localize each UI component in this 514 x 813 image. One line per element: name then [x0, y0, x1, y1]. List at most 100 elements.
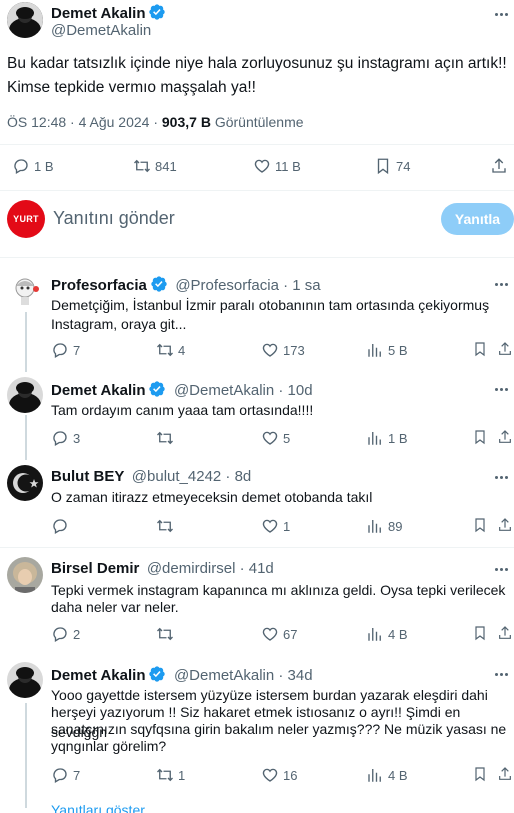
- bookmark-button[interactable]: [472, 429, 488, 450]
- more-options-icon[interactable]: [495, 388, 508, 391]
- avatar[interactable]: [7, 272, 43, 308]
- author-handle[interactable]: @demirdirsel · 41d: [147, 560, 274, 577]
- avatar[interactable]: [7, 662, 43, 698]
- share-button[interactable]: [490, 157, 508, 180]
- more-options-icon[interactable]: [495, 673, 508, 676]
- views-button[interactable]: 4 B: [366, 766, 408, 784]
- more-options-icon[interactable]: [495, 476, 508, 479]
- view-count: 903,7 B: [161, 114, 211, 130]
- heart-icon: [262, 431, 278, 445]
- avatar[interactable]: YURT: [7, 200, 45, 238]
- bookmark-icon: [475, 767, 485, 782]
- avatar[interactable]: [7, 557, 43, 593]
- like-button[interactable]: 1: [261, 517, 290, 535]
- reply-button[interactable]: 1 B: [12, 157, 54, 175]
- reply-header: Demet Akalin @DemetAkalin · 34d: [51, 665, 313, 685]
- avatar[interactable]: [7, 2, 43, 38]
- author-name[interactable]: Profesorfacia: [51, 277, 147, 294]
- author-name[interactable]: Demet Akalin: [51, 667, 145, 684]
- reply-text-line: daha neler var neler.: [51, 599, 179, 615]
- share-button[interactable]: [497, 341, 513, 362]
- like-button[interactable]: 11 B: [253, 157, 301, 175]
- retweet-button[interactable]: [156, 517, 178, 535]
- retweet-button[interactable]: 841: [133, 157, 177, 175]
- bookmark-button[interactable]: [472, 625, 488, 646]
- share-button[interactable]: [497, 517, 513, 538]
- author-name[interactable]: Demet Akalin: [51, 382, 145, 399]
- author-name[interactable]: Birsel Demir: [51, 560, 139, 577]
- more-options-icon[interactable]: [495, 13, 508, 16]
- bookmark-icon: [475, 342, 485, 357]
- reply-button[interactable]: 7: [51, 766, 80, 784]
- analytics-icon: [368, 520, 381, 533]
- like-button[interactable]: 16: [261, 766, 297, 784]
- retweet-icon: [157, 519, 173, 533]
- bookmark-button[interactable]: [472, 517, 488, 538]
- like-button[interactable]: 173: [261, 341, 305, 359]
- reply-icon: [53, 519, 67, 534]
- author-handle[interactable]: @bulut_4242 · 8d: [132, 468, 251, 485]
- reply-button[interactable]: 7: [51, 341, 80, 359]
- reply-button[interactable]: 3: [51, 429, 80, 447]
- share-button[interactable]: [497, 625, 513, 646]
- views-button[interactable]: 5 B: [366, 341, 408, 359]
- share-icon: [499, 342, 511, 355]
- share-icon: [499, 518, 511, 531]
- share-icon: [499, 430, 511, 443]
- like-button[interactable]: 5: [261, 429, 290, 447]
- show-replies-link[interactable]: Yanıtları göster: [51, 802, 145, 813]
- retweet-button[interactable]: [156, 625, 178, 643]
- author-handle[interactable]: @Profesorfacia · 1 sa: [175, 277, 320, 294]
- bookmark-button[interactable]: 74: [374, 157, 410, 175]
- retweet-icon: [134, 159, 150, 173]
- views-button[interactable]: 4 B: [366, 625, 408, 643]
- author-handle[interactable]: @DemetAkalin · 10d: [174, 382, 313, 399]
- author-handle[interactable]: @DemetAkalin: [51, 22, 151, 39]
- reply-text-line: Instagram, oraya git...: [51, 316, 187, 332]
- reply-header: Bulut BEY @bulut_4242 · 8d: [51, 468, 251, 486]
- retweet-button[interactable]: 4: [156, 341, 185, 359]
- bookmark-button[interactable]: [472, 341, 488, 362]
- retweet-icon: [157, 768, 173, 782]
- author-name[interactable]: Bulut BEY: [51, 468, 124, 485]
- reply-icon: [53, 768, 67, 783]
- reply-icon: [53, 343, 67, 358]
- reply-icon: [53, 431, 67, 446]
- reply-text-line: O zaman itirazz etmeyeceksin demet otoba…: [51, 489, 373, 505]
- heart-icon: [262, 627, 278, 641]
- reply-text-line: yqngınlar görelim?: [51, 738, 167, 754]
- reply-submit-button[interactable]: Yanıtla: [441, 203, 514, 235]
- heart-icon: [262, 519, 278, 533]
- analytics-icon: [368, 432, 381, 445]
- bookmark-icon: [475, 430, 485, 445]
- avatar[interactable]: [7, 377, 43, 413]
- share-button[interactable]: [497, 429, 513, 450]
- bookmark-icon: [475, 626, 485, 641]
- tweet-text-line: Kimse tepkide vermıo maşşalah ya!!: [7, 79, 256, 96]
- reply-text-line: Demetçiğim, İstanbul İzmir paralı otoban…: [51, 297, 490, 313]
- share-icon: [499, 767, 511, 780]
- heart-icon: [262, 768, 278, 782]
- share-icon: [499, 626, 511, 639]
- bookmark-button[interactable]: [472, 766, 488, 787]
- more-options-icon[interactable]: [495, 568, 508, 571]
- like-button[interactable]: 67: [261, 625, 297, 643]
- bookmark-icon: [377, 158, 389, 175]
- retweet-button[interactable]: 1: [156, 766, 185, 784]
- reply-input[interactable]: Yanıtını gönder: [53, 208, 175, 229]
- tweet-text-line: Bu kadar tatsızlık içinde niye hala zorl…: [7, 55, 507, 72]
- verified-badge-icon: [148, 665, 166, 683]
- avatar[interactable]: [7, 465, 43, 501]
- retweet-icon: [157, 431, 173, 445]
- tweet-timestamp[interactable]: ÖS 12:48 · 4 Ağu 2024 ·: [7, 114, 162, 130]
- views-button[interactable]: 1 B: [366, 429, 408, 447]
- retweet-button[interactable]: [156, 429, 178, 447]
- views-button[interactable]: 89: [366, 517, 402, 535]
- reply-button[interactable]: 2: [51, 625, 80, 643]
- more-options-icon[interactable]: [495, 283, 508, 286]
- author-handle[interactable]: @DemetAkalin · 34d: [174, 667, 313, 684]
- reply-text-line: Tam ordayım canım yaaa tam ortasında!!!!: [51, 402, 314, 418]
- reply-button[interactable]: [51, 517, 73, 535]
- share-button[interactable]: [497, 766, 513, 787]
- author-name[interactable]: Demet Akalin: [51, 3, 166, 22]
